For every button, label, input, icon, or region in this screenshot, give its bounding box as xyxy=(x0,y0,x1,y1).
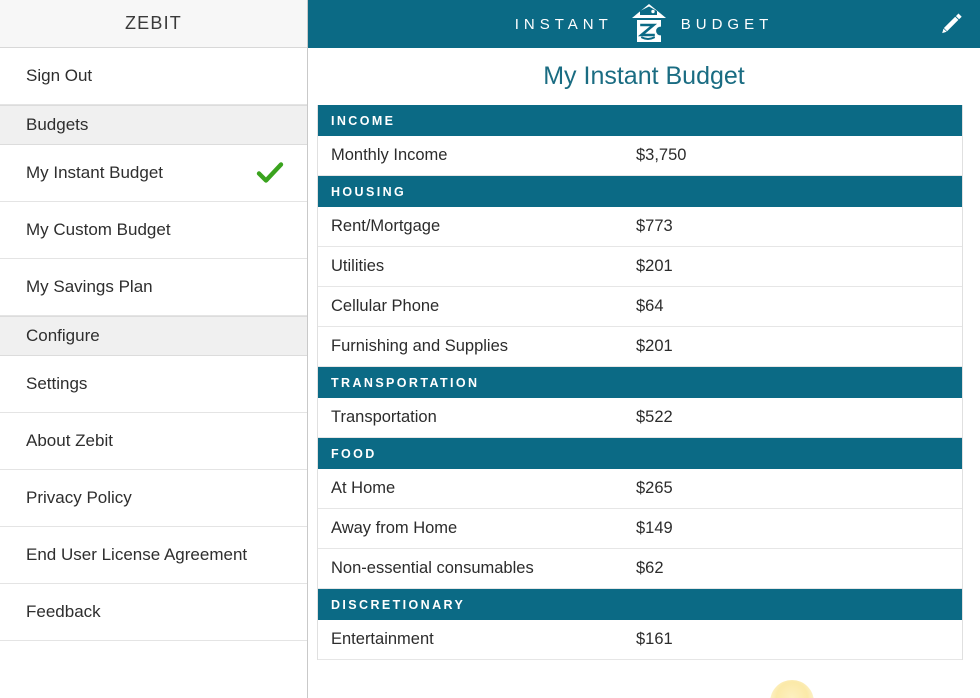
sidebar-item-feedback[interactable]: Feedback xyxy=(0,584,307,641)
budget-row[interactable]: Entertainment $161 xyxy=(318,620,962,660)
budget-row-amount: $201 xyxy=(636,337,673,355)
budget-group-title: DISCRETIONARY xyxy=(331,597,466,612)
budget-group-title: FOOD xyxy=(331,446,377,461)
sidebar-item-label: My Instant Budget xyxy=(26,163,164,182)
budget-row-amount: $62 xyxy=(636,559,664,577)
budget-table: INCOME Monthly Income $3,750 HOUSING Rent/Mo… xyxy=(317,105,963,660)
sidebar-brand-bar: ZEBIT xyxy=(0,0,307,48)
budget-group-header-food: FOOD xyxy=(318,438,962,469)
budget-row[interactable]: Non-essential consumables $62 xyxy=(318,549,962,589)
sidebar-item-label: My Custom Budget xyxy=(26,220,171,239)
budget-row-label: Transportation xyxy=(331,408,437,426)
sidebar-section-configure: Configure xyxy=(0,316,307,356)
budget-group-header-discretionary: DISCRETIONARY xyxy=(318,589,962,620)
budget-row[interactable]: At Home $265 xyxy=(318,469,962,509)
budget-row-amount: $161 xyxy=(636,630,673,648)
app-topbar: INSTANT BUDGET xyxy=(308,0,980,48)
budget-row[interactable]: Furnishing and Supplies $201 xyxy=(318,327,962,367)
budget-row-label: Furnishing and Supplies xyxy=(331,337,509,355)
budget-row-label: Away from Home xyxy=(331,519,458,537)
page-title-bar: My Instant Budget xyxy=(308,48,980,105)
budget-group-title: TRANSPORTATION xyxy=(331,375,480,390)
budget-row[interactable]: Away from Home $149 xyxy=(318,509,962,549)
sidebar-section-budgets: Budgets xyxy=(0,105,307,145)
sidebar-item-label: Settings xyxy=(26,374,88,393)
main-pane: INSTANT BUDGET My Instant Budget INCOME … xyxy=(308,0,980,698)
sidebar-item-label: End User License Agreement xyxy=(26,545,248,564)
sidebar-item-settings[interactable]: Settings xyxy=(0,356,307,413)
budget-row-label: Entertainment xyxy=(331,630,434,648)
pencil-icon[interactable] xyxy=(932,5,970,43)
budget-row-amount: $3,750 xyxy=(636,146,687,164)
sidebar-item-label: My Savings Plan xyxy=(26,277,153,296)
sidebar-section-label: Budgets xyxy=(26,115,89,134)
budget-row-label: Non-essential consumables xyxy=(331,559,534,577)
sidebar-item-label: Feedback xyxy=(26,602,101,621)
budget-row-amount: $149 xyxy=(636,519,673,537)
budget-row[interactable]: Cellular Phone $64 xyxy=(318,287,962,327)
sidebar-item-sign-out[interactable]: Sign Out xyxy=(0,48,307,105)
budget-row[interactable]: Monthly Income $3,750 xyxy=(318,136,962,176)
sidebar-empty-space xyxy=(0,641,307,698)
page-title: My Instant Budget xyxy=(543,62,745,90)
checkmark-icon xyxy=(255,158,285,188)
zebit-house-logo-icon xyxy=(629,2,669,46)
sidebar-section-label: Configure xyxy=(26,326,100,345)
budget-group-title: HOUSING xyxy=(331,184,407,199)
budget-row-label: Monthly Income xyxy=(331,146,448,164)
logo-word-budget: BUDGET xyxy=(680,15,774,33)
budget-row-label: Utilities xyxy=(331,257,385,275)
budget-row[interactable]: Rent/Mortgage $773 xyxy=(318,207,962,247)
budget-row-amount: $64 xyxy=(636,297,664,315)
budget-row-label: Cellular Phone xyxy=(331,297,440,315)
sidebar-item-privacy-policy[interactable]: Privacy Policy xyxy=(0,470,307,527)
sidebar-item-label: About Zebit xyxy=(26,431,113,450)
logo-word-instant: INSTANT xyxy=(514,15,613,33)
budget-group-header-income: INCOME xyxy=(318,105,962,136)
sidebar-item-end-user-license-agreement[interactable]: End User License Agreement xyxy=(0,527,307,584)
budget-row[interactable]: Transportation $522 xyxy=(318,398,962,438)
sidebar-item-my-custom-budget[interactable]: My Custom Budget xyxy=(0,202,307,259)
instant-budget-logo: INSTANT BUDGET xyxy=(515,2,774,46)
budget-row-amount: $201 xyxy=(636,257,673,275)
budget-group-title: INCOME xyxy=(331,113,396,128)
budget-row-amount: $265 xyxy=(636,479,673,497)
budget-row-amount: $773 xyxy=(636,217,673,235)
sidebar-item-my-savings-plan[interactable]: My Savings Plan xyxy=(0,259,307,316)
brand-title: ZEBIT xyxy=(124,13,182,33)
sidebar: ZEBIT Sign Out Budgets My Instant Budget My… xyxy=(0,0,308,698)
sidebar-item-label: Privacy Policy xyxy=(26,488,132,507)
sidebar-item-about-zebit[interactable]: About Zebit xyxy=(0,413,307,470)
budget-table-scroll[interactable]: INCOME Monthly Income $3,750 HOUSING Rent/Mo… xyxy=(308,105,980,698)
budget-row[interactable]: Utilities $201 xyxy=(318,247,962,287)
budget-group-header-transportation: TRANSPORTATION xyxy=(318,367,962,398)
budget-row-amount: $522 xyxy=(636,408,673,426)
budget-group-header-housing: HOUSING xyxy=(318,176,962,207)
sidebar-item-my-instant-budget[interactable]: My Instant Budget xyxy=(0,145,307,202)
sidebar-nav: Sign Out Budgets My Instant Budget My Custo… xyxy=(0,48,307,641)
budget-row-label: At Home xyxy=(331,479,396,497)
sidebar-item-label: Sign Out xyxy=(26,66,93,85)
budget-row-label: Rent/Mortgage xyxy=(331,217,441,235)
app-root: ZEBIT Sign Out Budgets My Instant Budget My… xyxy=(0,0,980,698)
